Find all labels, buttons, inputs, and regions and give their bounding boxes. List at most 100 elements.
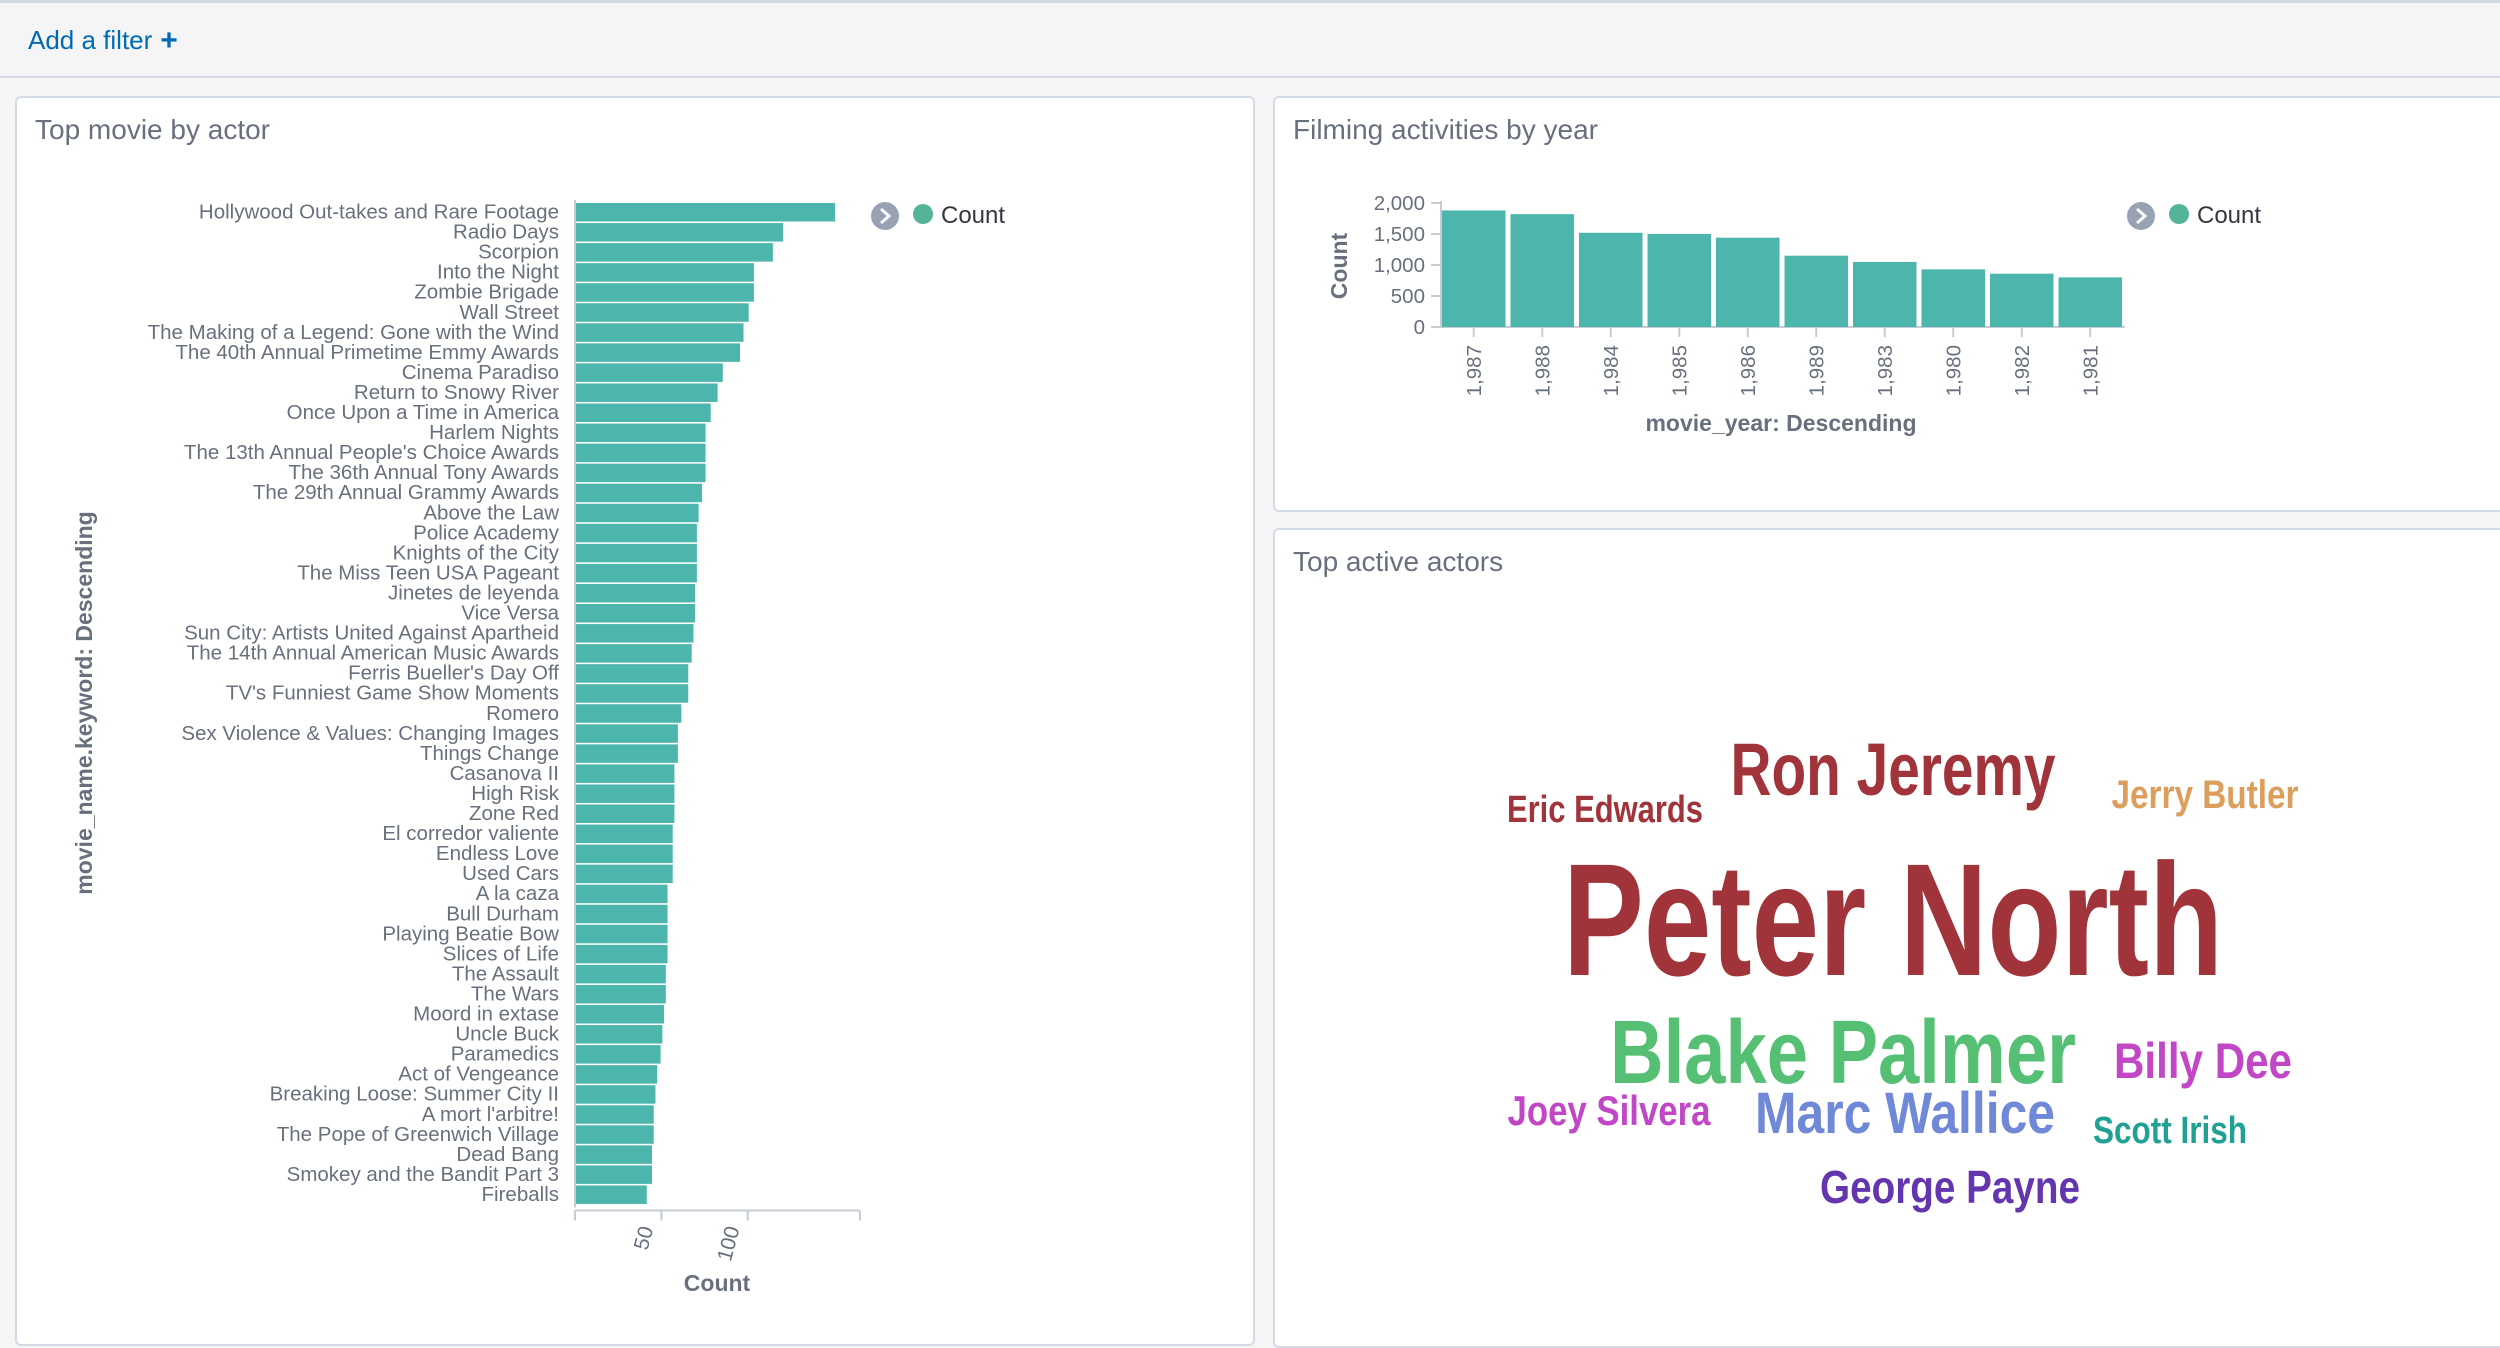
tag-cloud-word[interactable]: George Payne (1820, 1161, 2080, 1213)
tag-cloud-word[interactable]: Ron Jeremy (1731, 728, 2056, 811)
x-tick-label: 1,981 (2079, 345, 2102, 396)
x-tick-label: 1,984 (1600, 345, 1623, 396)
y-tick-label: 1,500 (1374, 223, 1425, 246)
x-tick-label: 1,980 (1942, 345, 1965, 396)
bar (576, 964, 666, 984)
bar (576, 563, 697, 583)
bar (1784, 255, 1848, 327)
y-axis-title: movie_name.keyword: Descending (71, 511, 97, 894)
top-movie-bar-chart: Hollywood Out-takes and Rare FootageRadi… (71, 200, 1005, 1296)
bar (576, 1085, 656, 1104)
y-tick-label: 2,000 (1374, 192, 1425, 215)
bar (1647, 234, 1711, 327)
filter-bar: Add a filter + (0, 0, 2500, 78)
x-tick-label: 1,989 (1805, 345, 1828, 396)
bar (576, 904, 668, 924)
tag-cloud-word[interactable]: Marc Wallice (1755, 1081, 2055, 1146)
bar (576, 884, 668, 904)
add-filter-button[interactable]: Add a filter + (28, 25, 178, 56)
bar (576, 824, 673, 844)
bar (576, 984, 666, 1004)
bar (576, 363, 723, 382)
bar (576, 483, 703, 503)
x-tick-label: 100 (713, 1224, 744, 1264)
tag-cloud-word[interactable]: Peter North (1563, 830, 2223, 1009)
x-tick-label: 1,985 (1668, 345, 1691, 396)
x-tick-label: 1,988 (1531, 345, 1554, 396)
bar (576, 624, 694, 643)
legend[interactable]: Count (871, 202, 1005, 230)
panel-filming-activities: Filming activities by year 2,000 1,500 1,0… (1273, 96, 2500, 512)
bar (576, 443, 706, 463)
bar (1921, 269, 1985, 327)
bar (576, 1005, 665, 1024)
bar (1442, 210, 1506, 327)
bar (576, 203, 836, 222)
bar (576, 924, 668, 944)
plus-icon: + (160, 23, 178, 57)
panel-top-movie-by-actor: Top movie by actor Hollywood Out-takes a… (15, 96, 1255, 1346)
bar (576, 664, 689, 683)
x-tick-label: 1,982 (2011, 345, 2034, 396)
bar (576, 724, 678, 743)
bar (576, 263, 754, 282)
bar (576, 744, 678, 763)
y-tick-label: 0 (1414, 316, 1425, 339)
tag-cloud-word[interactable]: Scott Irish (2093, 1110, 2247, 1152)
bar (1853, 261, 1917, 327)
y-tick-label: 500 (1391, 285, 1425, 308)
x-axis-title: movie_year: Descending (1645, 410, 1916, 436)
bar (576, 1065, 658, 1084)
x-tick-label: 1,986 (1737, 345, 1760, 396)
x-tick-label: 1,987 (1463, 345, 1486, 396)
bar (576, 1145, 652, 1164)
bar (1510, 214, 1574, 327)
bar (576, 844, 673, 864)
bar (576, 243, 773, 262)
bar (576, 1045, 661, 1064)
bar (576, 323, 744, 342)
bar (576, 704, 682, 723)
bar (576, 503, 699, 523)
bar (576, 543, 697, 563)
bar (576, 684, 689, 703)
bar (1990, 273, 2054, 327)
bar (576, 804, 675, 823)
bar (576, 1025, 663, 1044)
bar (576, 1105, 654, 1124)
y-axis-title: Count (1326, 232, 1352, 299)
legend-dot (2169, 204, 2189, 224)
chevron-right-icon (2127, 202, 2155, 230)
tag-cloud-word[interactable]: Jerry Butler (2112, 773, 2299, 817)
tag-cloud-word[interactable]: Billy Dee (2114, 1033, 2292, 1089)
bar (576, 383, 718, 402)
add-filter-label: Add a filter (28, 25, 153, 55)
bar (576, 1185, 647, 1204)
legend-label: Count (2197, 202, 2261, 229)
tag-cloud-word[interactable]: Joey Silvera (1508, 1087, 1712, 1134)
panel-top-active-actors: Top active actors Ron Jeremy Eric Edward… (1273, 528, 2500, 1348)
x-tick-label: 50 (630, 1224, 658, 1253)
tag-cloud-word[interactable]: Eric Edwards (1507, 789, 1703, 831)
bar (576, 864, 673, 884)
bar (576, 403, 711, 422)
bar (1716, 237, 1780, 327)
legend-dot (913, 204, 933, 224)
bar (576, 283, 754, 302)
legend[interactable]: Count (2127, 202, 2261, 230)
y-tick-label: 1,000 (1374, 254, 1425, 277)
tag-cloud: Ron Jeremy Eric Edwards Jerry Butler Pet… (1507, 728, 2299, 1213)
y-tick-label: Fireballs (482, 1183, 559, 1206)
x-tick-label: 1,983 (1874, 345, 1897, 396)
chevron-right-icon (871, 202, 899, 230)
bar (576, 784, 675, 803)
bar (576, 423, 706, 443)
bar (576, 644, 692, 663)
bar (1579, 232, 1643, 327)
bar (576, 523, 697, 543)
bar (576, 463, 706, 483)
x-axis-title: Count (684, 1270, 751, 1296)
bar (576, 944, 668, 964)
bar (576, 583, 696, 603)
bar (576, 223, 784, 242)
